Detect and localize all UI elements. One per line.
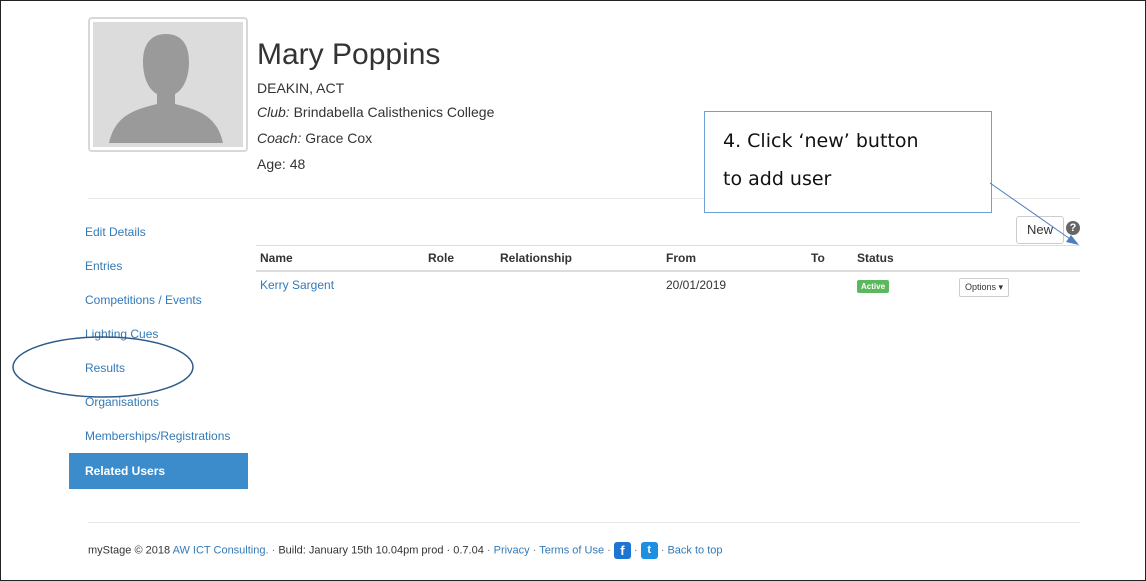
arrowhead-icon	[1066, 235, 1079, 245]
annotation-ellipse	[12, 336, 194, 398]
annotation-arrow	[989, 182, 1074, 242]
annotation-overlay	[12, 182, 1079, 398]
